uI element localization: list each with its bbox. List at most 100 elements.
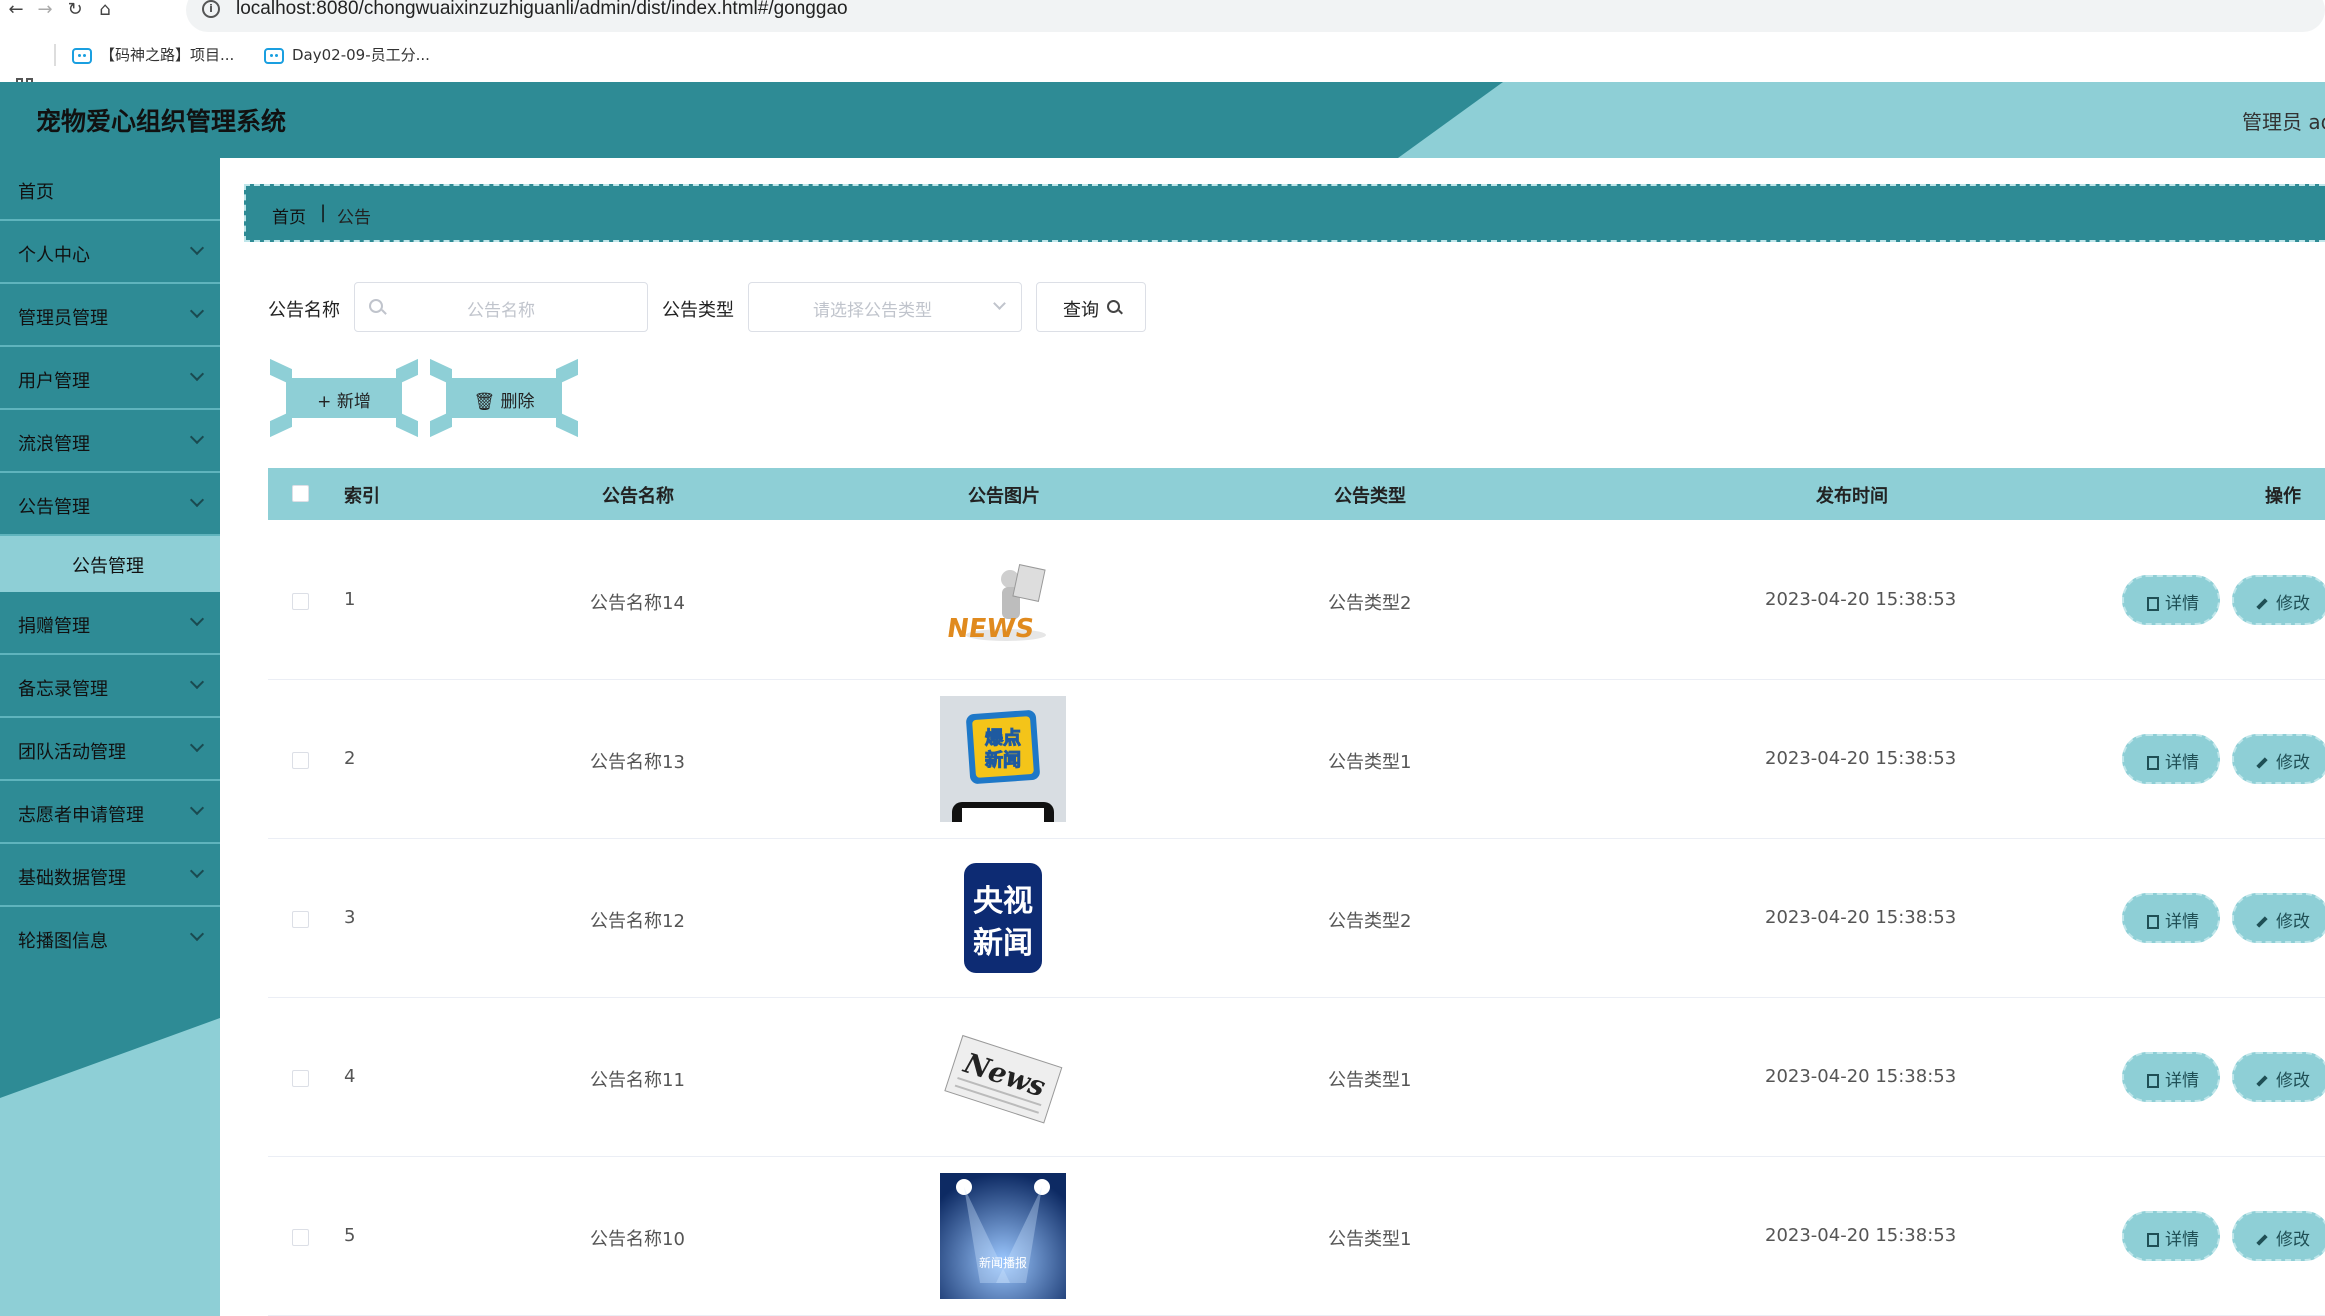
row-checkbox[interactable] [292, 1229, 309, 1246]
edit-button[interactable]: 修改 [2232, 1052, 2325, 1102]
search-icon [1107, 300, 1120, 313]
sidebar: 首页 个人中心 管理员管理 用户管理 流浪管理 公告管理 公告管理 捐赠管理 备… [0, 158, 220, 1316]
browser-address-row: ← → ↻ ⌂ i localhost:8080/chongwuaixinzuz… [0, 0, 2325, 32]
cell-type: 公告类型2 [1328, 911, 1412, 932]
edit-icon [2256, 598, 2268, 610]
column-header-time: 发布时间 [1816, 486, 1888, 507]
sidebar-item-notice-management[interactable]: 公告管理 [0, 473, 220, 536]
detail-button[interactable]: 详情 [2122, 734, 2220, 784]
cell-name: 公告名称14 [590, 593, 685, 614]
sidebar-item-donation-management[interactable]: 捐赠管理 [0, 592, 220, 655]
query-button[interactable]: 查询 [1036, 282, 1146, 332]
row-checkbox[interactable] [292, 911, 309, 928]
plus-icon: + [317, 392, 337, 412]
svg-text:新闻: 新闻 [973, 926, 1033, 961]
chevron-down-icon [189, 611, 205, 627]
trash-icon: 🗑 [473, 392, 501, 412]
chevron-down-icon [189, 737, 205, 753]
table-row: 5 公告名称10 新闻播报 公告类型1 2023-04-20 15:38:53 … [268, 1157, 2325, 1316]
header-decoration [1398, 82, 2325, 158]
cell-index: 1 [344, 589, 356, 610]
cell-type: 公告类型1 [1328, 752, 1412, 773]
notice-type-label: 公告类型 [662, 300, 734, 321]
breadcrumb-separator: | [320, 202, 327, 223]
notice-type-select[interactable]: 请选择公告类型 [748, 282, 1022, 332]
bilibili-icon [264, 47, 284, 64]
document-icon [2147, 597, 2159, 611]
url-text[interactable]: localhost:8080/chongwuaixinzuzhiguanli/a… [236, 0, 848, 20]
sidebar-item-personal-center[interactable]: 个人中心 [0, 221, 220, 284]
reload-icon[interactable]: ↻ [63, 0, 87, 24]
sidebar-item-memo-management[interactable]: 备忘录管理 [0, 655, 220, 718]
sidebar-item-base-data[interactable]: 基础数据管理 [0, 844, 220, 907]
detail-button[interactable]: 详情 [2122, 575, 2220, 625]
svg-text:新闻播报: 新闻播报 [979, 1255, 1027, 1270]
document-icon [2147, 1233, 2159, 1247]
home-icon[interactable]: ⌂ [93, 0, 117, 24]
chevron-down-icon [993, 297, 1006, 310]
chevron-down-icon [189, 366, 205, 382]
chevron-down-icon [189, 863, 205, 879]
cell-name: 公告名称12 [590, 911, 685, 932]
notice-name-label: 公告名称 [268, 300, 340, 321]
edit-icon [2256, 916, 2268, 928]
sidebar-item-carousel[interactable]: 轮播图信息 [0, 907, 220, 970]
breadcrumb-home[interactable]: 首页 [272, 203, 306, 228]
admin-user-label[interactable]: 管理员 ad [2242, 106, 2325, 135]
cell-type: 公告类型2 [1328, 593, 1412, 614]
table-row: 4 公告名称11 News 公告类型1 2023-04-20 15:38:53 … [268, 998, 2325, 1157]
search-icon [369, 299, 383, 313]
add-button[interactable]: + 新增 [270, 358, 418, 438]
sidebar-item-volunteer-application[interactable]: 志愿者申请管理 [0, 781, 220, 844]
cell-time: 2023-04-20 15:38:53 [1765, 1225, 1957, 1246]
column-header-name: 公告名称 [602, 486, 674, 507]
sidebar-decoration [0, 1018, 220, 1316]
chevron-down-icon [189, 674, 205, 690]
edit-icon [2256, 757, 2268, 769]
app-title: 宠物爱心组织管理系统 [36, 107, 287, 136]
document-icon [2147, 1074, 2159, 1088]
sidebar-item-stray-management[interactable]: 流浪管理 [0, 410, 220, 473]
site-info-icon[interactable]: i [202, 0, 220, 18]
sidebar-subitem-notice[interactable]: 公告管理 [0, 536, 220, 592]
sidebar-item-user-management[interactable]: 用户管理 [0, 347, 220, 410]
notice-image: 央视 新闻 [940, 855, 1066, 981]
cell-index: 3 [344, 907, 356, 928]
table-row: 1 公告名称14 NEWS 公告类型2 2023-04-20 15:38:53 … [268, 521, 2325, 680]
edit-button[interactable]: 修改 [2232, 1211, 2325, 1261]
cell-name: 公告名称13 [590, 752, 685, 773]
edit-button[interactable]: 修改 [2232, 893, 2325, 943]
sidebar-item-admin-management[interactable]: 管理员管理 [0, 284, 220, 347]
notice-image: NEWS [940, 537, 1066, 663]
cell-name: 公告名称11 [590, 1070, 685, 1091]
row-checkbox[interactable] [292, 752, 309, 769]
chevron-down-icon [189, 303, 205, 319]
edit-button[interactable]: 修改 [2232, 575, 2325, 625]
detail-button[interactable]: 详情 [2122, 893, 2220, 943]
cell-time: 2023-04-20 15:38:53 [1765, 589, 1957, 610]
sidebar-item-home[interactable]: 首页 [0, 158, 220, 221]
notice-name-input[interactable]: 公告名称 [354, 282, 648, 332]
edit-button[interactable]: 修改 [2232, 734, 2325, 784]
select-all-checkbox[interactable] [292, 485, 309, 502]
notice-image: News [940, 1014, 1066, 1140]
detail-button[interactable]: 详情 [2122, 1211, 2220, 1261]
cell-time: 2023-04-20 15:38:53 [1765, 748, 1957, 769]
delete-button[interactable]: 🗑 删除 [430, 358, 578, 438]
cell-time: 2023-04-20 15:38:53 [1765, 1066, 1957, 1087]
back-icon[interactable]: ← [4, 0, 28, 24]
bookmark-item[interactable]: Day02-09-员工分... [264, 42, 430, 68]
forward-icon[interactable]: → [33, 0, 57, 24]
bookmark-item[interactable]: 【码神之路】项目... [72, 42, 234, 68]
column-header-image: 公告图片 [968, 486, 1040, 507]
breadcrumb: 首页 | 公告 [244, 184, 2325, 242]
table-row: 3 公告名称12 央视 新闻 公告类型2 2023-04-20 15:38:53… [268, 839, 2325, 998]
chevron-down-icon [189, 800, 205, 816]
row-checkbox[interactable] [292, 1070, 309, 1087]
chevron-down-icon [189, 926, 205, 942]
edit-icon [2256, 1234, 2268, 1246]
column-header-index: 索引 [344, 486, 380, 507]
row-checkbox[interactable] [292, 593, 309, 610]
sidebar-item-team-activity[interactable]: 团队活动管理 [0, 718, 220, 781]
detail-button[interactable]: 详情 [2122, 1052, 2220, 1102]
